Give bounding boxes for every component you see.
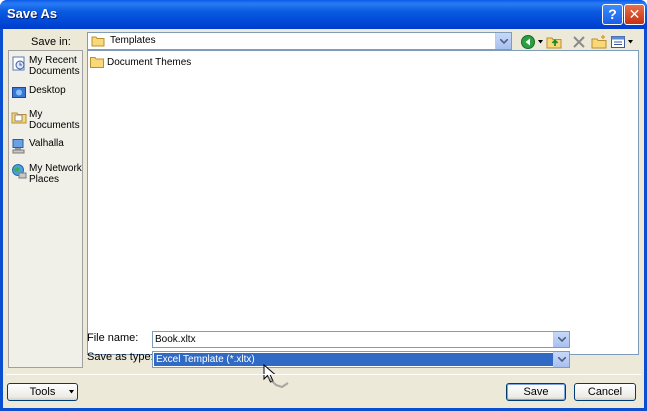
place-label: My Documents — [29, 109, 80, 131]
places-bar: My Recent Documents Desktop My Documents — [8, 50, 83, 368]
place-my-recent-documents[interactable]: My Recent Documents — [11, 55, 83, 77]
file-name-input[interactable]: Book.xltx — [152, 331, 570, 348]
close-button[interactable]: ✕ — [624, 4, 645, 25]
dialog-title: Save As — [7, 6, 58, 21]
file-list[interactable]: Document Themes — [87, 50, 639, 355]
tools-dropdown-icon — [69, 390, 74, 394]
save-button[interactable]: Save — [506, 383, 566, 401]
dialog-body: Save in: Templates My Recent Documents D… — [3, 29, 644, 408]
desktop-icon — [12, 87, 26, 98]
place-my-network-places[interactable]: My Network Places — [11, 163, 83, 185]
my-documents-icon — [11, 112, 27, 124]
file-name-value: Book.xltx — [155, 334, 196, 345]
list-item[interactable]: Document Themes — [90, 56, 191, 68]
place-desktop[interactable]: Desktop — [11, 85, 83, 101]
place-label: My Recent Documents — [29, 55, 80, 77]
back-icon[interactable] — [520, 34, 536, 50]
delete-icon[interactable] — [571, 34, 587, 50]
new-folder-icon[interactable] — [591, 34, 607, 50]
views-dropdown-icon[interactable] — [628, 40, 633, 44]
tools-label: Tools — [29, 386, 56, 398]
save-as-type-label: Save as type: — [87, 351, 154, 363]
chevron-down-icon[interactable] — [553, 332, 569, 347]
folder-icon — [90, 57, 104, 68]
mouse-cursor-icon — [263, 363, 289, 389]
cancel-button[interactable]: Cancel — [574, 383, 636, 401]
views-icon[interactable] — [610, 34, 626, 50]
back-dropdown-icon[interactable] — [538, 40, 543, 44]
save-in-label: Save in: — [31, 36, 71, 48]
save-in-dropdown[interactable]: Templates — [87, 32, 512, 50]
save-in-value: Templates — [110, 35, 156, 46]
network-places-icon — [12, 164, 27, 179]
up-folder-icon[interactable] — [546, 34, 562, 50]
folder-icon — [91, 36, 105, 47]
title-bar[interactable]: Save As ? ✕ — [0, 0, 647, 29]
file-name: Document Themes — [107, 56, 192, 68]
place-valhalla[interactable]: Valhalla — [11, 138, 83, 154]
file-name-label: File name: — [87, 332, 139, 344]
place-my-documents[interactable]: My Documents — [11, 109, 83, 131]
divider — [6, 374, 641, 375]
chevron-down-icon[interactable] — [495, 33, 511, 49]
save-as-type-value: Excel Template (*.xltx) — [154, 353, 553, 366]
tools-button[interactable]: Tools — [7, 383, 78, 401]
save-as-dialog: Save As ? ✕ Save in: Templates My Recent… — [0, 0, 647, 411]
recent-documents-icon — [12, 56, 25, 71]
help-button[interactable]: ? — [602, 4, 623, 25]
save-as-type-dropdown[interactable]: Excel Template (*.xltx) — [152, 351, 570, 368]
place-label: Desktop — [29, 85, 66, 96]
place-label: My Network Places — [29, 163, 82, 185]
chevron-down-icon[interactable] — [553, 352, 569, 367]
place-label: Valhalla — [29, 138, 64, 149]
computer-icon — [12, 139, 25, 154]
